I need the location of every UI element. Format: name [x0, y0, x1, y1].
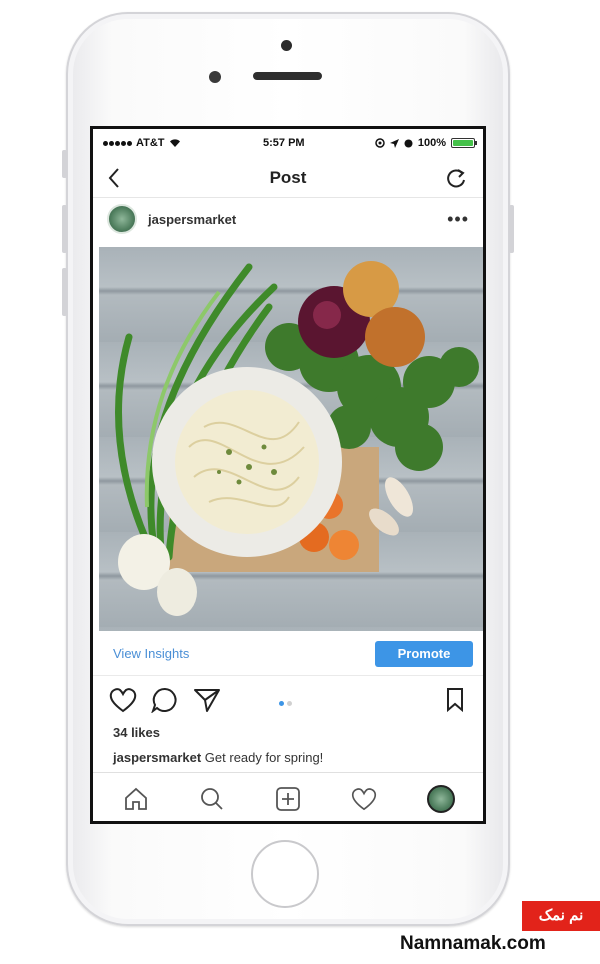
- caption-text: Get ready for spring!: [204, 750, 324, 765]
- carrier-label: AT&T: [136, 137, 165, 149]
- status-time: 5:57 PM: [263, 137, 305, 149]
- red-onion-highlight: [313, 301, 341, 329]
- send-icon[interactable]: [193, 687, 221, 713]
- search-icon[interactable]: [199, 787, 225, 811]
- post-photo[interactable]: [99, 247, 483, 631]
- phone-screen: AT&T 5:57 PM 100% Post jaspersmarket •••: [90, 126, 486, 824]
- mute-switch: [62, 150, 67, 178]
- alarm-icon: [404, 139, 413, 148]
- location-services-icon: [375, 138, 385, 148]
- power-button: [509, 205, 514, 253]
- wifi-icon: [169, 139, 180, 147]
- comment-icon[interactable]: [151, 687, 179, 713]
- add-icon[interactable]: [275, 787, 301, 811]
- yellow-onion-2: [365, 307, 425, 367]
- promote-button[interactable]: Promote: [375, 641, 473, 667]
- page-title: Post: [269, 168, 307, 187]
- watermark-badge: نم نمک: [522, 901, 600, 931]
- post-header: jaspersmarket •••: [93, 199, 483, 247]
- carrot-slice-3: [329, 530, 359, 560]
- bookmark-icon[interactable]: [445, 687, 465, 713]
- location-arrow-icon: [389, 138, 399, 148]
- status-bar: AT&T 5:57 PM 100%: [93, 129, 483, 159]
- watermark-site: Namnamak.com: [400, 933, 546, 954]
- avatar[interactable]: [107, 204, 137, 234]
- home-button[interactable]: [251, 840, 319, 908]
- signal-dots-icon: [103, 140, 132, 146]
- caption: jaspersmarket Get ready for spring!: [113, 750, 323, 765]
- volume-down-button: [62, 268, 67, 316]
- heart-icon[interactable]: [109, 687, 137, 713]
- food-photo-illustration: [115, 261, 479, 616]
- battery-percent: 100%: [417, 137, 446, 149]
- carousel-dot-active: [279, 701, 284, 706]
- onion-bulb-2: [157, 568, 197, 616]
- carousel-dot: [287, 701, 292, 706]
- post-username[interactable]: jaspersmarket: [148, 212, 236, 227]
- profile-avatar[interactable]: [427, 785, 455, 813]
- caption-username[interactable]: jaspersmarket: [113, 750, 201, 765]
- proximity-sensor: [209, 71, 221, 83]
- action-row: [93, 685, 483, 721]
- view-insights-link[interactable]: View Insights: [113, 646, 189, 661]
- more-icon[interactable]: •••: [447, 209, 469, 230]
- carousel-dots: [279, 701, 292, 706]
- home-icon[interactable]: [123, 787, 149, 811]
- insights-bar: View Insights Promote: [93, 631, 483, 676]
- battery-icon: [451, 138, 477, 148]
- refresh-icon[interactable]: [445, 167, 467, 189]
- earpiece-speaker: [253, 72, 322, 80]
- nav-bar: Post: [93, 159, 483, 198]
- pasta: [175, 390, 319, 534]
- tab-bar: [93, 772, 483, 821]
- likes-count[interactable]: 34 likes: [113, 725, 160, 740]
- front-camera: [281, 40, 292, 51]
- volume-up-button: [62, 205, 67, 253]
- activity-heart-icon[interactable]: [351, 787, 377, 811]
